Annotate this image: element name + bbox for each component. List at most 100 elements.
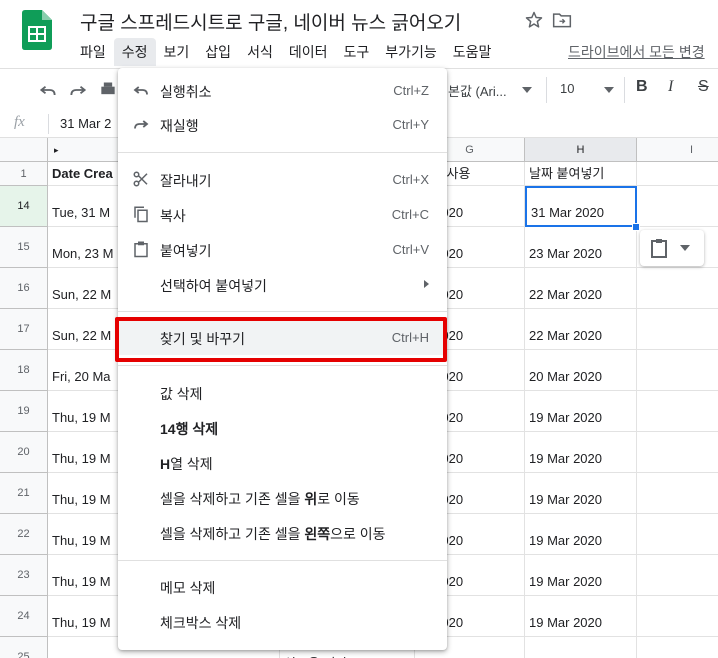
row-header[interactable]: 21 <box>0 473 48 514</box>
menu-addons[interactable]: 부가기능 <box>377 38 445 66</box>
table-cell[interactable] <box>637 162 718 186</box>
table-cell[interactable] <box>637 637 718 658</box>
menu-help[interactable]: 도움말 <box>445 38 500 66</box>
fx-icon: fx <box>14 114 25 130</box>
row-header[interactable]: 15 <box>0 227 48 268</box>
document-title[interactable]: 구글 스프레드시트로 구글, 네이버 뉴스 긁어오기 <box>80 8 461 35</box>
selected-cell[interactable]: 31 Mar 2020 <box>525 186 637 227</box>
row-header[interactable]: 25 <box>0 637 48 658</box>
formula-divider <box>48 114 49 134</box>
table-cell[interactable] <box>637 555 718 596</box>
table-cell[interactable]: 20 Mar 2020 <box>525 350 637 391</box>
table-cell[interactable]: 19 Mar 2020 <box>525 514 637 555</box>
menu-item-delete-row[interactable]: 14행 삭제 <box>118 411 447 445</box>
formula-input[interactable]: 31 Mar 2 <box>60 116 111 131</box>
menu-item-delete-values[interactable]: 값 삭제 <box>118 376 447 410</box>
table-cell[interactable] <box>637 309 718 350</box>
menu-item-delete-shift-up[interactable]: 셀을 삭제하고 기존 셀을 위로 이동 <box>118 481 447 515</box>
font-family-select[interactable]: 본값 (Ari... <box>448 81 507 100</box>
table-cell[interactable] <box>637 268 718 309</box>
menu-item-cut[interactable]: 잘라내기 Ctrl+X <box>118 163 447 197</box>
table-cell[interactable] <box>637 514 718 555</box>
menu-item-label: 붙여넣기 <box>160 243 212 259</box>
menu-view[interactable]: 보기 <box>156 38 198 66</box>
table-cell[interactable] <box>637 350 718 391</box>
table-cell[interactable] <box>637 186 718 227</box>
table-cell[interactable]: 날짜 붙여넣기 <box>525 162 637 186</box>
menu-item-delete-shift-left[interactable]: 셀을 삭제하고 기존 셀을 왼쪽으로 이동 <box>118 516 447 550</box>
row-header[interactable]: 17 <box>0 309 48 350</box>
highlight-box <box>115 317 447 362</box>
menu-data[interactable]: 데이터 <box>281 38 336 66</box>
chevron-down-icon <box>604 87 614 93</box>
row-header[interactable]: 18 <box>0 350 48 391</box>
menu-file[interactable]: 파일 <box>72 38 114 66</box>
table-cell[interactable]: 19 Mar 2020 <box>525 473 637 514</box>
menu-item-label: 실행취소 <box>160 84 212 100</box>
menu-item-delete-notes[interactable]: 메모 삭제 <box>118 570 447 604</box>
row-header[interactable]: 24 <box>0 596 48 637</box>
row-header[interactable]: 19 <box>0 391 48 432</box>
menu-item-label: 체크박스 삭제 <box>160 615 242 631</box>
toolbar-divider <box>546 77 547 103</box>
table-cell[interactable]: 22 Mar 2020 <box>525 268 637 309</box>
redo-icon[interactable] <box>68 80 88 100</box>
table-cell[interactable] <box>637 432 718 473</box>
menu-item-label: 복사 <box>160 208 186 224</box>
menu-item-undo[interactable]: 실행취소 Ctrl+Z <box>118 74 447 108</box>
menu-item-label: 메모 삭제 <box>160 580 216 596</box>
menu-item-label: 값 삭제 <box>160 386 203 402</box>
table-cell[interactable]: 19 Mar 2020 <box>525 555 637 596</box>
table-cell[interactable]: 19 Mar 2020 <box>525 432 637 473</box>
column-header-h[interactable]: H <box>525 138 637 162</box>
italic-button[interactable]: I <box>668 78 673 96</box>
menu-edit[interactable]: 수정 <box>113 38 156 66</box>
table-cell[interactable] <box>637 391 718 432</box>
clipboard-icon <box>134 241 148 258</box>
row-header[interactable]: 1 <box>0 162 48 186</box>
menu-item-paste-special[interactable]: 선택하여 붙여넣기 <box>118 268 447 302</box>
menu-item-redo[interactable]: 재실행 Ctrl+Y <box>118 108 447 142</box>
menu-item-copy[interactable]: 복사 Ctrl+C <box>118 198 447 232</box>
undo-icon[interactable] <box>38 80 58 100</box>
row-header[interactable]: 23 <box>0 555 48 596</box>
paste-options-chip[interactable] <box>640 230 704 266</box>
sheets-logo-icon[interactable] <box>22 10 52 50</box>
chevron-down-icon <box>522 87 532 93</box>
table-cell[interactable]: 22 Mar 2020 <box>525 309 637 350</box>
menu-bar: 파일 수정 보기 삽입 서식 데이터 도구 부가기능 도움말 <box>72 38 499 66</box>
menu-item-paste[interactable]: 붙여넣기 Ctrl+V <box>118 233 447 267</box>
menu-insert[interactable]: 삽입 <box>197 38 239 66</box>
drive-save-status-link[interactable]: 드라이브에서 모든 변경 <box>568 42 705 62</box>
menu-format[interactable]: 서식 <box>239 38 281 66</box>
menu-item-label: H열 삭제 <box>160 456 213 472</box>
font-size-select[interactable]: 10 <box>560 81 574 96</box>
table-cell[interactable]: 19 Mar 2020 <box>525 596 637 637</box>
move-to-folder-icon[interactable] <box>552 11 572 29</box>
shortcut-label: Ctrl+V <box>392 242 429 257</box>
scissors-icon <box>133 171 148 187</box>
menu-item-delete-column[interactable]: H열 삭제 <box>118 446 447 480</box>
row-header[interactable]: 16 <box>0 268 48 309</box>
menu-tools[interactable]: 도구 <box>335 38 377 66</box>
menu-divider <box>118 152 447 153</box>
row-header[interactable]: 22 <box>0 514 48 555</box>
star-icon[interactable] <box>524 10 544 30</box>
row-header[interactable]: 20 <box>0 432 48 473</box>
table-cell[interactable] <box>637 596 718 637</box>
print-icon[interactable] <box>98 80 118 100</box>
row-header[interactable]: 14 <box>0 186 48 227</box>
table-cell[interactable] <box>637 473 718 514</box>
menu-item-label: 선택하여 붙여넣기 <box>160 278 267 294</box>
bold-button[interactable]: B <box>636 78 648 96</box>
menu-item-delete-checkboxes[interactable]: 체크박스 삭제 <box>118 605 447 639</box>
toolbar-divider <box>624 77 625 103</box>
table-cell[interactable]: 23 Mar 2020 <box>525 227 637 268</box>
redo-icon <box>134 120 149 129</box>
column-header-i[interactable]: I <box>637 138 718 162</box>
table-cell[interactable] <box>525 637 637 658</box>
fill-handle[interactable] <box>632 223 640 231</box>
select-all-corner[interactable] <box>0 138 48 162</box>
strikethrough-button[interactable]: S <box>698 78 709 96</box>
table-cell[interactable]: 19 Mar 2020 <box>525 391 637 432</box>
